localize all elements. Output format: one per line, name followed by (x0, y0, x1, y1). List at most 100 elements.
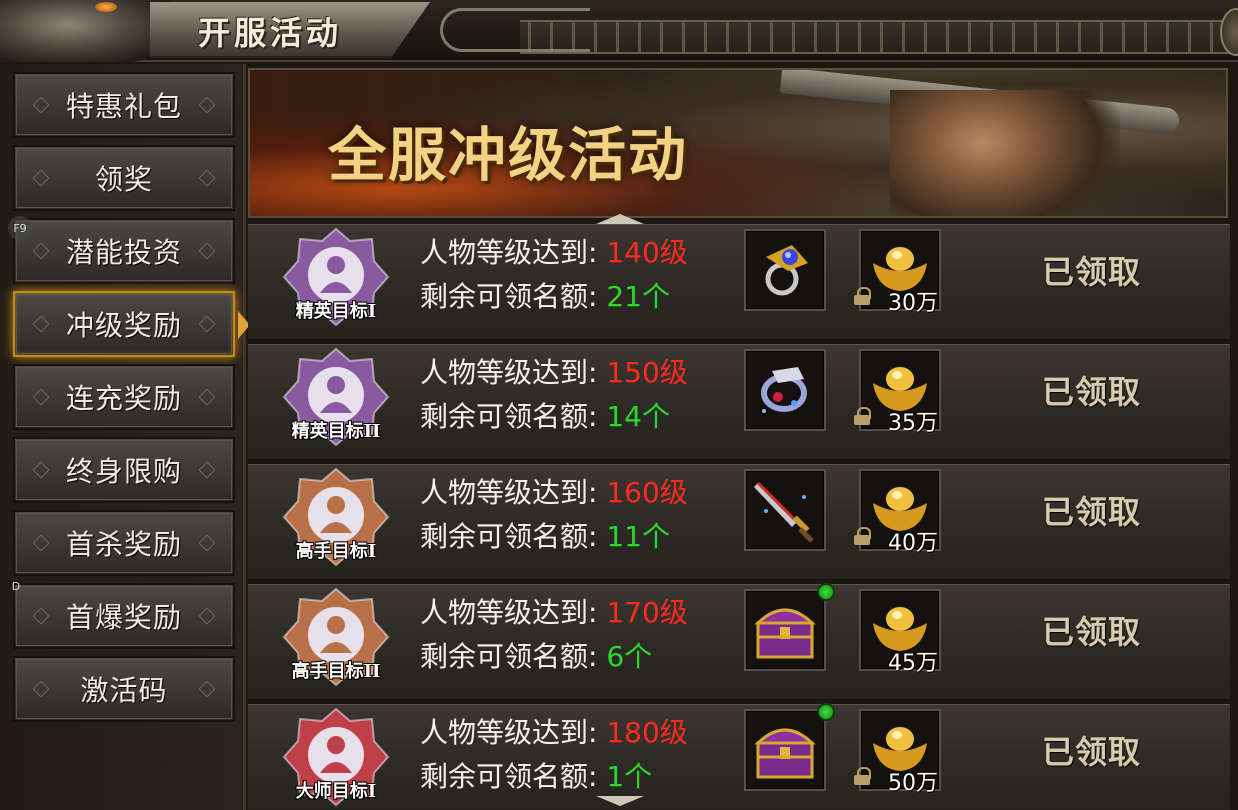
claimed-status: 已领取 (1042, 253, 1142, 291)
title-bar: 开服活动 (0, 0, 1238, 62)
level-value: 160级 (606, 476, 688, 509)
sidebar-item[interactable]: 领奖 (13, 145, 235, 211)
banner-title: 全服冲级活动 (328, 121, 689, 189)
reward-list: 精英目标I 人物等级达到: 140级 剩余可领名额: 21个 30万 已领取 精英目标II… (248, 224, 1230, 810)
quota-label: 剩余可领名额: (420, 640, 598, 673)
sidebar-item-label: 特惠礼包 (65, 90, 182, 123)
quota-value: 1个 (606, 760, 653, 793)
quota-label: 剩余可领名额: (420, 400, 598, 433)
level-value: 180级 (606, 716, 688, 749)
lock-icon (854, 287, 871, 305)
hotkey-badge: F9 (8, 216, 32, 240)
level-line: 人物等级达到: 150级 (420, 351, 688, 395)
rank-badge-label: 大师目标I (295, 781, 377, 802)
new-indicator-icon (817, 703, 835, 721)
lock-icon (854, 407, 871, 425)
level-line: 人物等级达到: 180级 (420, 711, 688, 755)
level-label: 人物等级达到: (420, 596, 598, 629)
reward-item-slot[interactable] (744, 589, 826, 671)
quota-line: 剩余可领名额: 21个 (420, 275, 688, 319)
event-banner: 全服冲级活动 (248, 68, 1228, 218)
level-label: 人物等级达到: (420, 236, 598, 269)
reward-item-slot[interactable] (744, 709, 826, 791)
claimed-status: 已领取 (1042, 613, 1142, 651)
sidebar-item[interactable]: 潜能投资 (13, 218, 235, 284)
scroll-down-icon[interactable] (596, 796, 644, 806)
level-label: 人物等级达到: (420, 476, 598, 509)
banner-warrior-image (890, 90, 1120, 216)
sidebar-item[interactable]: 首爆奖励 (13, 583, 235, 649)
rank-badge-label: 精英目标II (291, 421, 381, 442)
level-line: 人物等级达到: 170级 (420, 591, 688, 635)
title-ornament (440, 8, 590, 52)
reward-item-slot[interactable] (744, 469, 826, 551)
level-label: 人物等级达到: (420, 356, 598, 389)
level-value: 170级 (606, 596, 688, 629)
quota-line: 剩余可领名额: 11个 (420, 515, 688, 559)
sidebar-item-label: 潜能投资 (65, 236, 182, 269)
new-indicator-icon (817, 583, 835, 601)
scroll-up-icon[interactable] (596, 214, 644, 224)
sidebar-item-label: 首杀奖励 (65, 528, 182, 561)
requirement-block: 人物等级达到: 150级 剩余可领名额: 14个 (420, 351, 688, 439)
gold-amount: 30万 (888, 291, 938, 316)
quota-label: 剩余可领名额: (420, 520, 598, 553)
sidebar-item-label: 激活码 (80, 674, 168, 707)
dragon-eye-icon (95, 2, 117, 12)
rank-badge-icon: 精英目标I (276, 227, 396, 331)
rank-badge-icon: 精英目标II (276, 347, 396, 451)
quota-line: 剩余可领名额: 6个 (420, 635, 688, 679)
rank-badge-icon: 高手目标II (276, 587, 396, 691)
sidebar-item-label: 连充奖励 (65, 382, 182, 415)
quota-label: 剩余可领名额: (420, 760, 598, 793)
quota-value: 14个 (606, 400, 670, 433)
requirement-block: 人物等级达到: 180级 剩余可领名额: 1个 (420, 711, 688, 799)
requirement-block: 人物等级达到: 170级 剩余可领名额: 6个 (420, 591, 688, 679)
level-line: 人物等级达到: 140级 (420, 231, 688, 275)
gold-amount: 35万 (888, 411, 938, 436)
reward-row: 高手目标I 人物等级达到: 160级 剩余可领名额: 11个 40万 已领取 (248, 464, 1230, 580)
sidebar-item-label: 终身限购 (65, 455, 182, 488)
sidebar-item[interactable]: 连充奖励 (13, 364, 235, 430)
reward-row: 精英目标II 人物等级达到: 150级 剩余可领名额: 14个 35万 已领取 (248, 344, 1230, 460)
sidebar-item-label: 领奖 (94, 163, 153, 196)
rank-badge-icon: 大师目标I (276, 707, 396, 810)
gold-amount: 40万 (888, 531, 938, 556)
level-value: 150级 (606, 356, 688, 389)
rank-badge-label: 高手目标I (295, 541, 377, 562)
level-line: 人物等级达到: 160级 (420, 471, 688, 515)
gold-amount: 50万 (888, 771, 938, 796)
sidebar-item-label: 首爆奖励 (65, 601, 182, 634)
rank-badge-icon: 高手目标I (276, 467, 396, 571)
claimed-status: 已领取 (1042, 493, 1142, 531)
window-title: 开服活动 (198, 14, 343, 52)
sidebar-item[interactable]: 冲级奖励 (13, 291, 235, 357)
reward-row: 精英目标I 人物等级达到: 140级 剩余可领名额: 21个 30万 已领取 (248, 224, 1230, 340)
rank-badge-label: 精英目标I (295, 301, 377, 322)
sidebar-item-label: 冲级奖励 (65, 309, 182, 342)
claimed-status: 已领取 (1042, 373, 1142, 411)
reward-item-slot[interactable] (744, 229, 826, 311)
reward-row: 大师目标I 人物等级达到: 180级 剩余可领名额: 1个 50万 已领取 (248, 703, 1230, 810)
level-label: 人物等级达到: (420, 716, 598, 749)
quota-label: 剩余可领名额: (420, 280, 598, 313)
claimed-status: 已领取 (1042, 733, 1142, 771)
sidebar-item[interactable]: 激活码 (13, 656, 235, 722)
dragon-emblem-icon (0, 0, 170, 62)
reward-row: 高手目标II 人物等级达到: 170级 剩余可领名额: 6个 45万 已领取 (248, 583, 1230, 700)
requirement-block: 人物等级达到: 160级 剩余可领名额: 11个 (420, 471, 688, 559)
level-value: 140级 (606, 236, 688, 269)
sidebar-item[interactable]: 首杀奖励 (13, 510, 235, 576)
quota-line: 剩余可领名额: 1个 (420, 755, 688, 799)
reward-item-slot[interactable] (744, 349, 826, 431)
quota-line: 剩余可领名额: 14个 (420, 395, 688, 439)
gold-amount: 45万 (888, 651, 938, 676)
lock-icon (854, 527, 871, 545)
hotkey-badge: D (11, 579, 21, 593)
decorative-border (520, 20, 1238, 54)
sidebar-item[interactable]: 特惠礼包 (13, 72, 235, 138)
rank-badge-label: 高手目标II (291, 661, 381, 682)
quota-value: 21个 (606, 280, 670, 313)
requirement-block: 人物等级达到: 140级 剩余可领名额: 21个 (420, 231, 688, 319)
sidebar-item[interactable]: 终身限购 (13, 437, 235, 503)
